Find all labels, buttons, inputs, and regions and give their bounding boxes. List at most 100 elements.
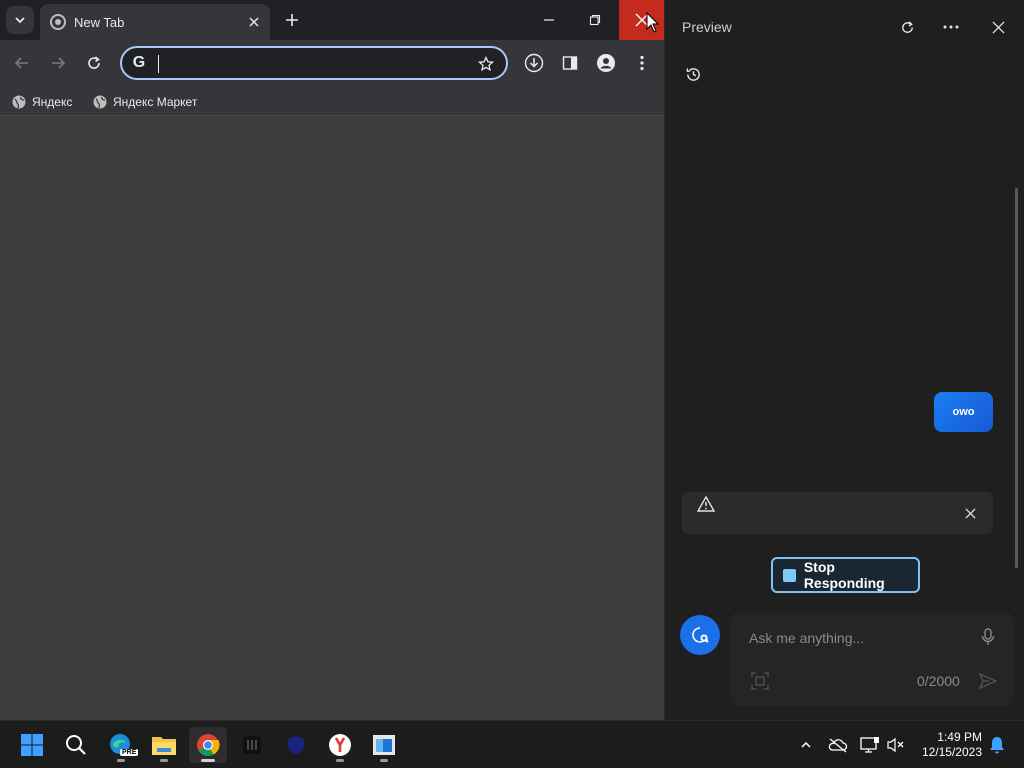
taskbar-yandex-browser[interactable] <box>321 727 359 763</box>
chrome-icon <box>197 734 220 756</box>
chat-add-icon <box>692 627 709 643</box>
globe-icon <box>12 95 26 109</box>
user-message-bubble: owo <box>934 392 993 432</box>
new-tab-button[interactable] <box>280 8 304 32</box>
taskbar-app-dark[interactable] <box>233 727 271 763</box>
character-counter: 0/2000 <box>917 673 960 689</box>
bookmarks-bar: Яндекс Яндекс Маркет <box>0 86 664 116</box>
profile-button[interactable] <box>593 50 619 76</box>
address-bar[interactable]: G <box>120 46 508 80</box>
taskbar-file-explorer[interactable] <box>145 727 183 763</box>
tab-search-button[interactable] <box>6 6 34 34</box>
search-button[interactable] <box>57 727 95 763</box>
chat-scrollbar[interactable] <box>1015 188 1018 568</box>
tab-title: New Tab <box>74 14 125 30</box>
tab-new-tab[interactable]: New Tab <box>40 4 270 40</box>
plus-icon <box>286 14 298 26</box>
side-panel-icon <box>562 56 578 70</box>
back-button[interactable] <box>9 50 35 76</box>
text-caret <box>158 55 159 73</box>
taskbar-app-window[interactable] <box>365 727 403 763</box>
start-button[interactable] <box>13 727 51 763</box>
running-indicator <box>336 759 344 762</box>
tab-strip: New Tab <box>0 0 664 40</box>
clock-date: 12/15/2023 <box>921 745 982 759</box>
history-button[interactable] <box>681 62 705 86</box>
refresh-icon <box>901 20 913 33</box>
notifications-button[interactable] <box>985 733 1009 757</box>
restore-button[interactable] <box>574 0 616 40</box>
reload-icon <box>88 56 100 69</box>
reload-button[interactable] <box>81 50 107 76</box>
minimize-icon <box>544 19 554 21</box>
downloads-button[interactable] <box>521 50 547 76</box>
microphone-button[interactable] <box>977 626 999 648</box>
bell-icon <box>990 737 1004 754</box>
tab-close-button[interactable] <box>244 12 264 32</box>
menu-button[interactable] <box>629 50 655 76</box>
network-tray-button[interactable] <box>858 733 882 757</box>
taskbar-chrome[interactable] <box>189 727 227 763</box>
shield-icon <box>288 736 304 754</box>
volume-tray-button[interactable] <box>884 733 908 757</box>
address-input[interactable] <box>162 52 462 76</box>
bookmark-star-button[interactable] <box>476 54 496 74</box>
bookmark-yandex[interactable]: Яндекс <box>12 92 72 112</box>
browser-toolbar: G <box>0 40 664 86</box>
refresh-button[interactable] <box>894 14 920 40</box>
image-scan-icon <box>751 672 769 690</box>
shield-app-icon <box>243 736 261 754</box>
search-icon <box>66 735 86 755</box>
clock[interactable]: 1:49 PM 12/15/2023 <box>912 730 982 760</box>
restore-icon <box>589 14 601 26</box>
bookmark-label: Яндекс <box>32 95 73 109</box>
stop-responding-button[interactable]: Stop Responding <box>771 557 920 593</box>
mouse-cursor-icon <box>646 12 660 33</box>
running-indicator <box>380 759 388 762</box>
bookmark-yandex-market[interactable]: Яндекс Маркет <box>93 92 197 112</box>
edge-pre-badge: PRE <box>120 749 139 756</box>
taskbar-edge-preview[interactable]: PRE <box>102 727 140 763</box>
microphone-icon <box>981 628 995 645</box>
windows-icon <box>21 734 43 756</box>
taskbar-app-blue[interactable] <box>277 727 315 763</box>
onedrive-tray-button[interactable] <box>826 733 850 757</box>
more-horizontal-icon <box>943 25 959 29</box>
side-panel-button[interactable] <box>557 50 583 76</box>
arrow-right-icon <box>52 57 66 69</box>
show-hidden-icons-button[interactable] <box>794 733 818 757</box>
window-app-icon <box>373 735 395 755</box>
chat-input[interactable] <box>749 628 969 648</box>
speaker-muted-icon <box>887 737 904 753</box>
send-button[interactable] <box>977 670 999 692</box>
warning-icon <box>696 494 716 514</box>
avatar-icon <box>597 54 615 72</box>
stop-icon <box>783 568 796 582</box>
close-icon <box>249 17 259 27</box>
close-icon <box>991 20 1005 34</box>
running-indicator <box>201 759 215 762</box>
more-options-button[interactable] <box>938 14 964 40</box>
preview-panel: Preview owo Stop Responding Ask me anyth… <box>664 0 1024 720</box>
panel-title: Preview <box>682 19 732 35</box>
minimize-button[interactable] <box>528 0 570 40</box>
chat-input-box: 0/2000 <box>731 612 1013 706</box>
panel-close-button[interactable] <box>985 14 1011 40</box>
close-icon <box>964 507 976 519</box>
folder-icon <box>152 737 176 755</box>
globe-icon <box>93 95 107 109</box>
warning-dismiss-button[interactable] <box>960 503 980 523</box>
browser-window: New Tab G Яндекс Яндекс Маркет <box>0 0 664 720</box>
download-icon <box>524 53 544 73</box>
new-topic-button[interactable] <box>680 615 720 655</box>
forward-button[interactable] <box>45 50 71 76</box>
stop-label: Stop Responding <box>803 559 885 591</box>
more-vertical-icon <box>640 55 644 71</box>
taskbar: PRE 1:49 PM 12/15/2023 <box>0 720 1024 768</box>
image-input-button[interactable] <box>749 670 771 692</box>
arrow-left-icon <box>14 57 28 69</box>
chevron-up-icon <box>801 741 811 748</box>
chevron-down-icon <box>15 17 25 24</box>
warning-notice <box>682 492 993 534</box>
history-icon <box>686 67 700 81</box>
